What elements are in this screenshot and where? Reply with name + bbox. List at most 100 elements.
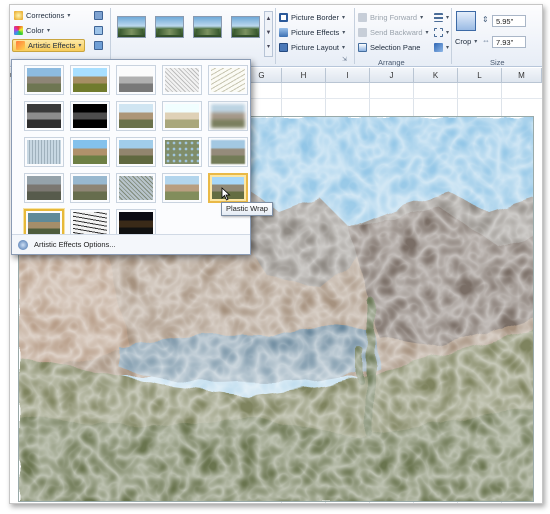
mouse-pointer-icon [221, 187, 231, 201]
picture-border-label: Picture Border [291, 13, 339, 22]
picture-style-1[interactable] [117, 16, 146, 38]
effect-film-grain[interactable] [116, 137, 156, 167]
effect-normal[interactable] [24, 65, 64, 95]
dialog-launcher-icon[interactable]: ⇲ [342, 56, 347, 63]
column-header-k[interactable]: K [414, 68, 458, 83]
group-icon [434, 28, 443, 37]
selection-pane-icon [358, 43, 367, 52]
effect-light-screen[interactable] [24, 137, 64, 167]
group-separator [354, 8, 355, 64]
size-group-label: Size [490, 58, 505, 67]
artistic-effects-button[interactable]: Artistic Effects ▾ [12, 39, 86, 52]
bring-forward-label: Bring Forward [370, 13, 418, 22]
crop-button[interactable]: Crop ▾ [455, 35, 477, 48]
effect-thumbnail [165, 176, 199, 200]
artistic-effects-label: Artistic Effects [28, 41, 76, 50]
column-header-l[interactable]: L [458, 68, 502, 83]
chevron-down-icon: ▾ [78, 43, 82, 49]
styles-gallery-scroll[interactable]: ▲ ▼ ▾ [264, 11, 273, 57]
effect-texturizer[interactable] [70, 173, 110, 203]
effect-thumbnail [27, 140, 61, 164]
picture-effects-label: Picture Effects [291, 28, 340, 37]
artistic-effects-gallery: Artistic Effects Options... [11, 59, 251, 255]
effect-crisscross-etching[interactable] [116, 173, 156, 203]
picture-style-4[interactable] [231, 16, 260, 38]
shape-width-icon: ⇔ [482, 36, 490, 45]
shape-width-field[interactable]: 7.93" [492, 36, 526, 48]
effect-marker[interactable] [70, 65, 110, 95]
effects-options-icon [18, 239, 28, 250]
color-label: Color [26, 26, 44, 35]
change-picture-button[interactable] [94, 24, 103, 37]
group-separator [451, 8, 452, 64]
effect-thumbnail [73, 176, 107, 200]
align-button[interactable]: ▾ [434, 11, 449, 24]
corrections-label: Corrections [26, 11, 65, 20]
effect-pencil-sketch[interactable] [162, 65, 202, 95]
effect-thumbnail [119, 212, 153, 236]
column-header-m[interactable]: M [502, 68, 542, 83]
effect-tooltip: Plastic Wrap [221, 202, 273, 216]
reset-picture-button[interactable] [94, 39, 103, 52]
effect-paint-brush[interactable] [116, 101, 156, 131]
effect-thumbnail [165, 104, 199, 128]
effect-thumbnail [119, 176, 153, 200]
group-objects-button[interactable]: ▾ [434, 26, 449, 39]
picture-border-icon [279, 13, 288, 22]
chevron-down-icon: ▾ [446, 45, 450, 51]
chevron-down-icon: ▾ [420, 15, 424, 21]
effect-thumbnail [165, 68, 199, 92]
effect-pencil-grayscale[interactable] [116, 65, 156, 95]
picture-layout-button[interactable]: Picture Layout ▾ [279, 41, 345, 54]
ribbon: Corrections ▾ Color ▾ Artistic Effects ▾… [10, 5, 542, 67]
color-button[interactable]: Color ▾ [14, 24, 50, 37]
artistic-effects-options-item[interactable]: Artistic Effects Options... [12, 234, 250, 254]
selection-pane-button[interactable]: Selection Pane [358, 41, 420, 54]
picture-layout-label: Picture Layout [291, 43, 339, 52]
effect-thumbnail [73, 104, 107, 128]
effect-cement[interactable] [24, 173, 64, 203]
effect-thumbnail [73, 68, 107, 92]
effect-glow-diffused[interactable] [162, 101, 202, 131]
picture-style-2[interactable] [155, 16, 184, 38]
bring-forward-button[interactable]: Bring Forward ▾ [358, 11, 423, 24]
crop-icon[interactable] [456, 11, 476, 31]
effect-thumbnail [211, 104, 245, 128]
picture-layout-icon [279, 43, 288, 52]
chevron-down-icon: ▾ [446, 15, 450, 21]
chevron-down-icon: ▾ [425, 30, 429, 36]
shape-height-field[interactable]: 5.95" [492, 15, 526, 27]
bring-forward-icon [358, 13, 367, 22]
effect-chalk-sketch[interactable] [24, 101, 64, 131]
picture-effects-button[interactable]: Picture Effects ▾ [279, 26, 345, 39]
effect-pastels-smooth[interactable] [162, 173, 202, 203]
crop-label: Crop [455, 37, 472, 46]
picture-border-button[interactable]: Picture Border ▾ [279, 11, 345, 24]
rotate-icon [434, 43, 443, 52]
color-wheel-icon [14, 26, 23, 35]
effect-glass[interactable] [208, 137, 248, 167]
rotate-button[interactable]: ▾ [434, 41, 449, 54]
column-header-i[interactable]: I [326, 68, 370, 83]
chevron-down-icon: ▾ [341, 45, 345, 51]
corrections-button[interactable]: Corrections ▾ [14, 9, 70, 22]
effect-thumbnail [73, 140, 107, 164]
effect-paint-strokes[interactable] [70, 101, 110, 131]
effect-mosaic-bubbles[interactable] [162, 137, 202, 167]
picture-style-3[interactable] [193, 16, 222, 38]
column-header-h[interactable]: H [282, 68, 326, 83]
send-backward-label: Send Backward [370, 28, 423, 37]
column-header-j[interactable]: J [370, 68, 414, 83]
effect-thumbnail [119, 104, 153, 128]
group-separator [275, 8, 276, 64]
chevron-down-icon: ▾ [46, 28, 50, 34]
effect-thumbnail [73, 212, 107, 236]
effect-thumbnail [119, 68, 153, 92]
effect-thumbnail [165, 140, 199, 164]
effect-line-drawing[interactable] [208, 65, 248, 95]
compress-pictures-button[interactable] [94, 9, 103, 22]
send-backward-button[interactable]: Send Backward ▾ [358, 26, 429, 39]
effect-thumbnail [27, 104, 61, 128]
effect-blur[interactable] [208, 101, 248, 131]
effect-watercolor-sponge[interactable] [70, 137, 110, 167]
